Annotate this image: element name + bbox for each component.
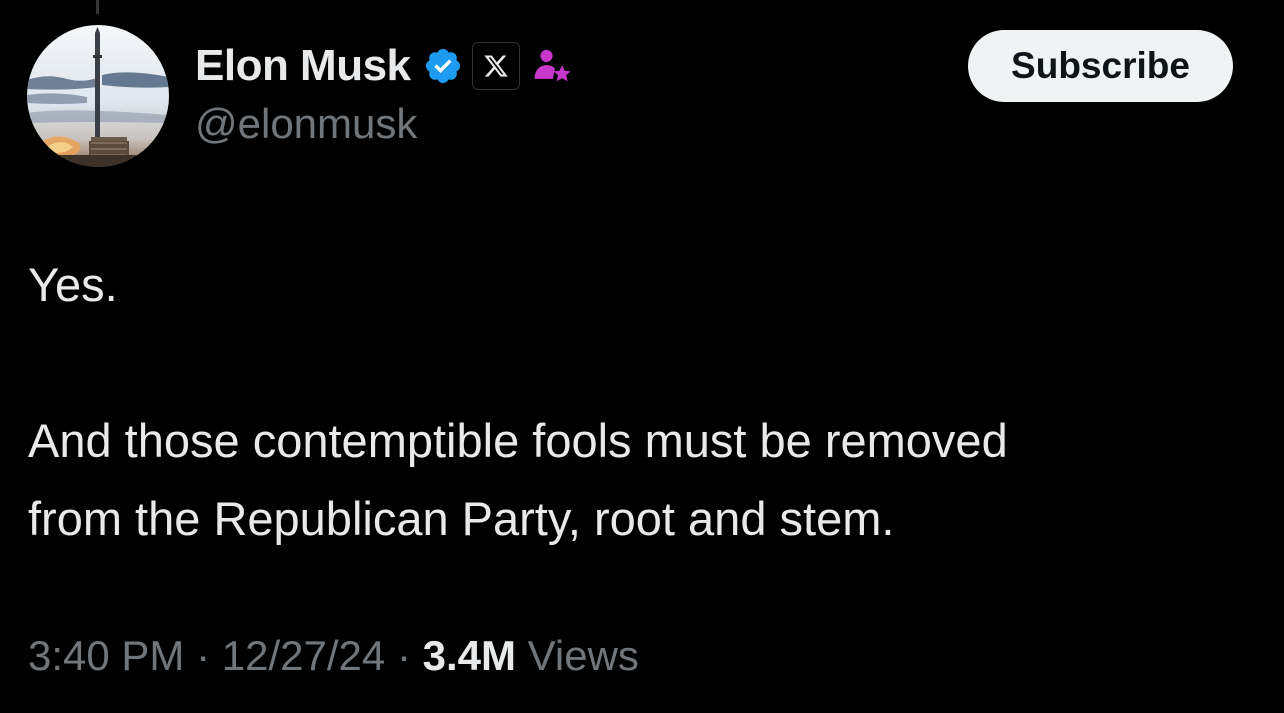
tweet-date[interactable]: 12/27/24 (222, 632, 386, 679)
subscribe-button[interactable]: Subscribe (968, 30, 1233, 102)
thread-connector-line (96, 0, 99, 14)
views-label: Views (527, 632, 639, 679)
user-handle[interactable]: @elonmusk (195, 100, 417, 148)
meta-separator: · (396, 632, 411, 679)
display-name[interactable]: Elon Musk (195, 41, 411, 91)
tweet-line: And those contemptible fools must be rem… (28, 414, 1008, 467)
person-star-icon (530, 44, 574, 88)
tweet-line: from the Republican Party, root and stem… (28, 492, 895, 545)
verified-badge-icon[interactable] (423, 46, 463, 86)
tweet-text: Yes. And those contemptible fools must b… (28, 246, 1258, 558)
tweet-line: Yes. (28, 258, 118, 311)
view-count: 3.4M (422, 632, 516, 679)
x-logo-icon[interactable] (471, 42, 520, 90)
meta-separator: · (196, 632, 211, 679)
author-row: Elon Musk (195, 38, 574, 94)
tweet-time[interactable]: 3:40 PM (28, 632, 184, 679)
avatar-rocket-image (27, 25, 169, 167)
tweet-metadata: 3:40 PM · 12/27/24 · 3.4M Views (28, 632, 639, 680)
avatar[interactable] (27, 25, 169, 167)
